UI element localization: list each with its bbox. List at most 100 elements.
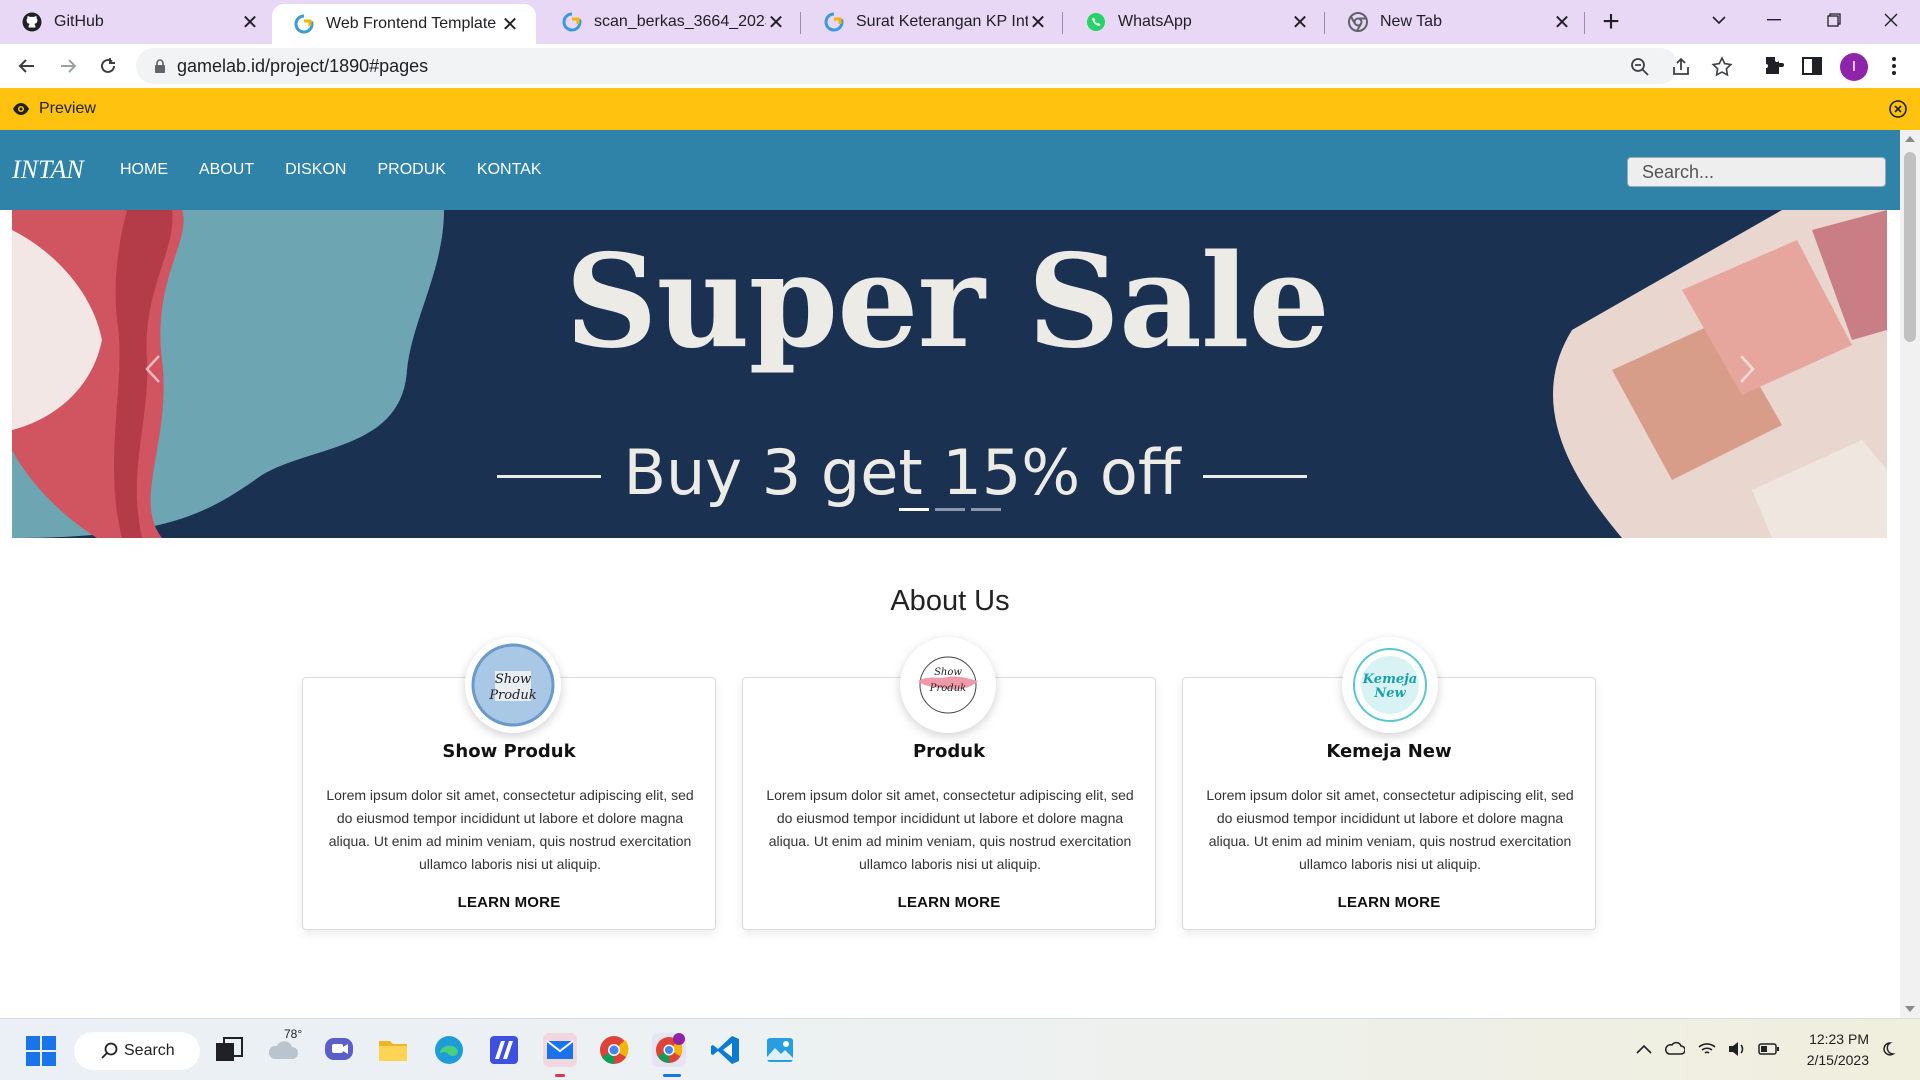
carousel-indicator-3[interactable]	[971, 508, 1001, 511]
edge-icon[interactable]	[432, 1033, 466, 1067]
search-icon	[101, 1042, 118, 1059]
wifi-icon[interactable]	[1697, 1041, 1717, 1057]
battery-icon[interactable]	[1758, 1041, 1780, 1057]
notification-icon[interactable]	[1881, 1041, 1899, 1059]
menu-home[interactable]: HOME	[120, 161, 168, 179]
task-view-icon[interactable]	[212, 1033, 246, 1067]
reload-button[interactable]	[92, 50, 124, 82]
powerautomate-icon[interactable]	[487, 1033, 521, 1067]
minimize-button[interactable]	[1745, 0, 1803, 40]
zoom-icon[interactable]	[1629, 56, 1651, 78]
chevron-up-icon[interactable]	[1636, 1043, 1652, 1055]
tab-whatsapp[interactable]: WhatsApp ✕	[1064, 0, 1326, 44]
forward-button[interactable]	[52, 50, 84, 82]
tab-separator	[1584, 12, 1585, 34]
volume-icon[interactable]	[1727, 1041, 1747, 1057]
close-tab-icon[interactable]: ✕	[766, 12, 786, 34]
carousel-indicator-2[interactable]	[935, 508, 965, 511]
vscode-icon[interactable]	[708, 1033, 742, 1067]
start-logo-tile	[42, 1052, 56, 1066]
card-logo-show-produk: Show Produk	[465, 637, 561, 733]
carousel-next-button[interactable]	[1727, 344, 1767, 394]
side-panel-icon[interactable]	[1800, 54, 1824, 78]
scroll-up-arrow[interactable]	[1905, 136, 1915, 142]
start-button[interactable]	[26, 1036, 56, 1066]
chrome-app-icon[interactable]	[597, 1033, 631, 1067]
tab-github[interactable]: GitHub ✕	[0, 0, 276, 44]
profile-avatar[interactable]: I	[1840, 53, 1868, 81]
tab-title: GitHub	[54, 13, 104, 30]
mail-icon[interactable]	[543, 1033, 577, 1067]
restore-button[interactable]	[1805, 0, 1863, 40]
scrollbar-thumb[interactable]	[1904, 152, 1916, 342]
file-explorer-icon[interactable]	[376, 1033, 410, 1067]
logo-text-line-2: Produk	[488, 688, 536, 703]
card-title: Kemeja New	[1326, 741, 1452, 762]
share-icon[interactable]	[1670, 56, 1692, 78]
back-button[interactable]	[11, 50, 43, 82]
tab-web-frontend-template[interactable]: Web Frontend Template | G ✕	[272, 4, 536, 44]
taskbar-clock[interactable]: 12:23 PM 2/15/2023	[1797, 1029, 1869, 1071]
tab-title: scan_berkas_3664_2023021	[594, 13, 766, 30]
chrome-icon	[1348, 12, 1368, 32]
close-tab-icon[interactable]: ✕	[1290, 12, 1310, 34]
card-text: Lorem ipsum dolor sit amet, consectetur …	[766, 787, 1134, 872]
address-bar[interactable]: gamelab.id/project/1890#pages	[136, 48, 1678, 84]
carousel-prev-button[interactable]	[133, 344, 173, 394]
logo-text-line-1: Kemeja	[1362, 672, 1417, 687]
logo-text-line-1: Show	[495, 672, 531, 687]
eye-icon	[13, 103, 29, 115]
new-tab-button[interactable]: +	[1597, 7, 1625, 37]
carousel-indicator-1[interactable]	[899, 508, 929, 511]
weather-widget[interactable]: 78°	[266, 1027, 302, 1067]
tab-title: WhatsApp	[1118, 13, 1192, 30]
card-title: Show Produk	[442, 741, 576, 762]
bookmark-star-icon[interactable]	[1711, 56, 1733, 78]
learn-more-link[interactable]: LEARN MORE	[1183, 894, 1595, 911]
more-vertical-icon[interactable]	[1882, 54, 1906, 78]
tab-search-button[interactable]	[1690, 0, 1748, 40]
close-tab-icon[interactable]: ✕	[1552, 12, 1572, 34]
chrome-profile-app[interactable]	[652, 1033, 686, 1067]
restore-icon	[1827, 13, 1841, 27]
taskbar-search[interactable]: Search	[74, 1032, 200, 1070]
menu-diskon[interactable]: DISKON	[285, 161, 346, 179]
card-logo-kemeja-new: Kemeja New	[1342, 637, 1438, 733]
page-scrollbar[interactable]	[1900, 130, 1920, 1018]
tab-surat-keterangan[interactable]: Surat Keterangan KP Intan r ✕	[802, 0, 1064, 44]
whatsapp-icon	[1087, 13, 1105, 31]
tab-new-tab[interactable]: New Tab ✕	[1326, 0, 1588, 44]
menu-produk[interactable]: PRODUK	[377, 161, 445, 179]
close-preview-icon[interactable]	[1888, 99, 1908, 119]
menu-kontak[interactable]: KONTAK	[477, 161, 542, 179]
tab-separator	[1324, 12, 1325, 34]
logo-text-line-1: Show	[934, 667, 962, 678]
arrow-left-icon	[18, 59, 34, 73]
learn-more-link[interactable]: LEARN MORE	[303, 894, 715, 911]
close-tab-icon[interactable]: ✕	[240, 12, 260, 34]
clock-date: 2/15/2023	[1806, 1052, 1869, 1068]
hero-rule-left	[497, 475, 602, 479]
close-window-button[interactable]	[1862, 0, 1920, 40]
card-text: Lorem ipsum dolor sit amet, consectetur …	[326, 787, 694, 872]
menu-about[interactable]: ABOUT	[199, 161, 254, 179]
onedrive-cloud-icon[interactable]	[1665, 1041, 1685, 1057]
arrow-right-icon	[61, 59, 77, 73]
close-tab-icon[interactable]: ✕	[1028, 12, 1048, 34]
preview-bar: Preview	[0, 88, 1920, 130]
close-tab-icon[interactable]: ✕	[500, 14, 520, 36]
card-title: Produk	[912, 741, 986, 762]
teams-chat-icon[interactable]	[322, 1033, 356, 1067]
learn-more-link[interactable]: LEARN MORE	[743, 894, 1155, 911]
carousel-indicators	[899, 508, 1001, 511]
taskbar-search-label: Search	[124, 1042, 175, 1059]
hero-subtitle: Buy 3 get 15% off	[402, 442, 1402, 504]
tab-scan-berkas[interactable]: scan_berkas_3664_2023021 ✕	[540, 0, 802, 44]
scroll-down-arrow[interactable]	[1905, 1006, 1915, 1012]
extensions-icon[interactable]	[1762, 54, 1786, 78]
chevron-left-icon	[145, 355, 160, 383]
site-brand[interactable]: INTAN	[12, 130, 84, 210]
url-text: gamelab.id/project/1890#pages	[177, 56, 429, 76]
photos-icon[interactable]	[763, 1033, 797, 1067]
site-search-input[interactable]	[1627, 157, 1886, 187]
